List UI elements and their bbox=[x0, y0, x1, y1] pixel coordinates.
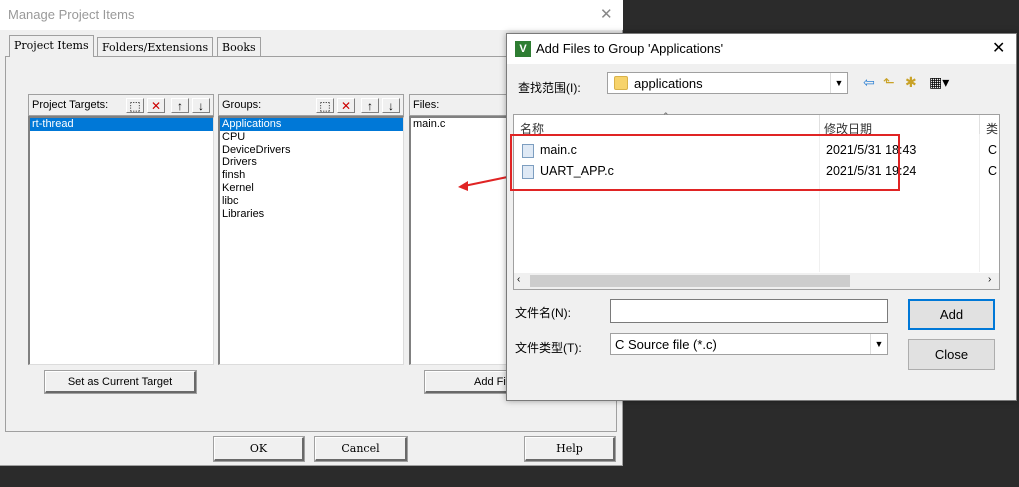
list-item[interactable]: rt-thread bbox=[30, 118, 213, 131]
groups-label: Groups: bbox=[222, 99, 262, 111]
move-down-target-icon[interactable]: ↓ bbox=[192, 98, 210, 113]
view-menu-icon[interactable]: ▦▾ bbox=[929, 74, 949, 91]
look-in-value: applications bbox=[634, 76, 703, 91]
manage-window-title: Manage Project Items bbox=[8, 7, 135, 22]
scroll-right-icon[interactable]: › bbox=[988, 274, 991, 285]
add-files-button[interactable]: Add Fil bbox=[424, 370, 516, 394]
filetype-value: C Source file (*.c) bbox=[615, 337, 717, 352]
delete-group-icon[interactable]: ✕ bbox=[337, 98, 355, 113]
ok-button[interactable]: OK bbox=[213, 436, 305, 462]
list-item[interactable]: Libraries bbox=[220, 208, 403, 221]
list-item[interactable]: finsh bbox=[220, 169, 403, 182]
manage-window-titlebar[interactable]: Manage Project Items ✕ bbox=[0, 0, 623, 30]
files-label: Files: bbox=[413, 99, 440, 111]
files-list[interactable]: main.c bbox=[409, 116, 509, 365]
new-group-icon[interactable]: ⬚ bbox=[316, 98, 334, 113]
column-divider[interactable] bbox=[819, 115, 820, 134]
add-files-dialog: V Add Files to Group 'Applications' ✕ 查找… bbox=[506, 33, 1017, 401]
project-targets-label: Project Targets: bbox=[32, 99, 109, 111]
add-files-titlebar[interactable]: V Add Files to Group 'Applications' ✕ bbox=[507, 34, 1016, 64]
new-target-icon[interactable]: ⬚ bbox=[126, 98, 144, 113]
file-modified: 2021/5/31 18:43 bbox=[826, 143, 917, 157]
look-in-label: 查找范围(I): bbox=[518, 81, 581, 95]
add-files-title: Add Files to Group 'Applications' bbox=[536, 41, 724, 56]
tab-project-items[interactable]: Project Items bbox=[9, 35, 94, 57]
column-divider[interactable] bbox=[979, 115, 980, 134]
add-button[interactable]: Add bbox=[908, 299, 995, 330]
up-folder-icon[interactable]: ⬑ bbox=[883, 74, 895, 91]
list-item[interactable]: libc bbox=[220, 195, 403, 208]
move-down-group-icon[interactable]: ↓ bbox=[382, 98, 400, 113]
set-as-current-target-button[interactable]: Set as Current Target bbox=[44, 370, 197, 394]
file-modified: 2021/5/31 19:24 bbox=[826, 164, 917, 178]
project-targets-header: Project Targets: ⬚ ✕ ↑ ↓ bbox=[28, 94, 214, 116]
filetype-select[interactable]: C Source file (*.c) ▼ bbox=[610, 333, 888, 355]
list-item[interactable]: main.c bbox=[411, 118, 508, 131]
folder-icon bbox=[614, 76, 628, 90]
project-targets-list[interactable]: rt-thread bbox=[28, 116, 214, 365]
list-item[interactable]: DeviceDrivers bbox=[220, 144, 403, 157]
list-item[interactable]: Applications bbox=[220, 118, 403, 131]
keil-app-icon: V bbox=[515, 41, 531, 57]
column-header-name[interactable]: 名称 bbox=[520, 120, 544, 137]
list-item[interactable]: Drivers bbox=[220, 156, 403, 169]
groups-header: Groups: ⬚ ✕ ↑ ↓ bbox=[218, 94, 404, 116]
close-icon[interactable]: ✕ bbox=[992, 38, 1005, 58]
horizontal-scrollbar[interactable]: ‹ › bbox=[514, 273, 999, 289]
close-icon[interactable]: ✕ bbox=[600, 5, 613, 23]
column-header-modified[interactable]: 修改日期 bbox=[824, 120, 872, 137]
tab-folders-extensions[interactable]: Folders/Extensions bbox=[97, 37, 214, 57]
sort-arrow-icon: ⌃ bbox=[662, 111, 670, 121]
scrollbar-thumb[interactable] bbox=[530, 275, 850, 287]
move-up-group-icon[interactable]: ↑ bbox=[361, 98, 379, 113]
look-in-combo[interactable]: applications ▼ bbox=[607, 72, 848, 94]
cancel-button[interactable]: Cancel bbox=[314, 436, 408, 462]
close-button[interactable]: Close bbox=[908, 339, 995, 370]
files-header: Files: bbox=[409, 94, 509, 116]
file-type: C bbox=[988, 164, 998, 178]
scroll-left-icon[interactable]: ‹ bbox=[517, 274, 520, 285]
filename-input[interactable] bbox=[610, 299, 888, 323]
filetype-label: 文件类型(T): bbox=[515, 341, 582, 355]
back-icon[interactable]: ⇦ bbox=[863, 74, 875, 91]
chevron-down-icon[interactable]: ▼ bbox=[870, 334, 887, 354]
file-name: main.c bbox=[540, 143, 577, 157]
list-item[interactable]: Kernel bbox=[220, 182, 403, 195]
file-row[interactable]: UART_APP.c 2021/5/31 19:24 C bbox=[520, 163, 1000, 181]
tab-books[interactable]: Books bbox=[217, 37, 261, 57]
c-file-icon bbox=[522, 144, 534, 158]
help-button[interactable]: Help bbox=[524, 436, 616, 462]
column-header-type[interactable]: 类 bbox=[986, 120, 998, 137]
file-name: UART_APP.c bbox=[540, 164, 614, 178]
chevron-down-icon[interactable]: ▼ bbox=[830, 73, 847, 93]
filename-label: 文件名(N): bbox=[515, 306, 571, 320]
new-folder-icon[interactable]: ✱ bbox=[905, 74, 917, 91]
file-type: C bbox=[988, 143, 998, 157]
file-list[interactable]: ⌃ 名称 修改日期 类 main.c 2021/5/31 18:43 C UAR… bbox=[513, 111, 1000, 290]
c-file-icon bbox=[522, 165, 534, 179]
delete-target-icon[interactable]: ✕ bbox=[147, 98, 165, 113]
file-row[interactable]: main.c 2021/5/31 18:43 C bbox=[520, 142, 1000, 160]
move-up-target-icon[interactable]: ↑ bbox=[171, 98, 189, 113]
groups-list[interactable]: Applications CPU DeviceDrivers Drivers f… bbox=[218, 116, 404, 365]
list-item[interactable]: CPU bbox=[220, 131, 403, 144]
